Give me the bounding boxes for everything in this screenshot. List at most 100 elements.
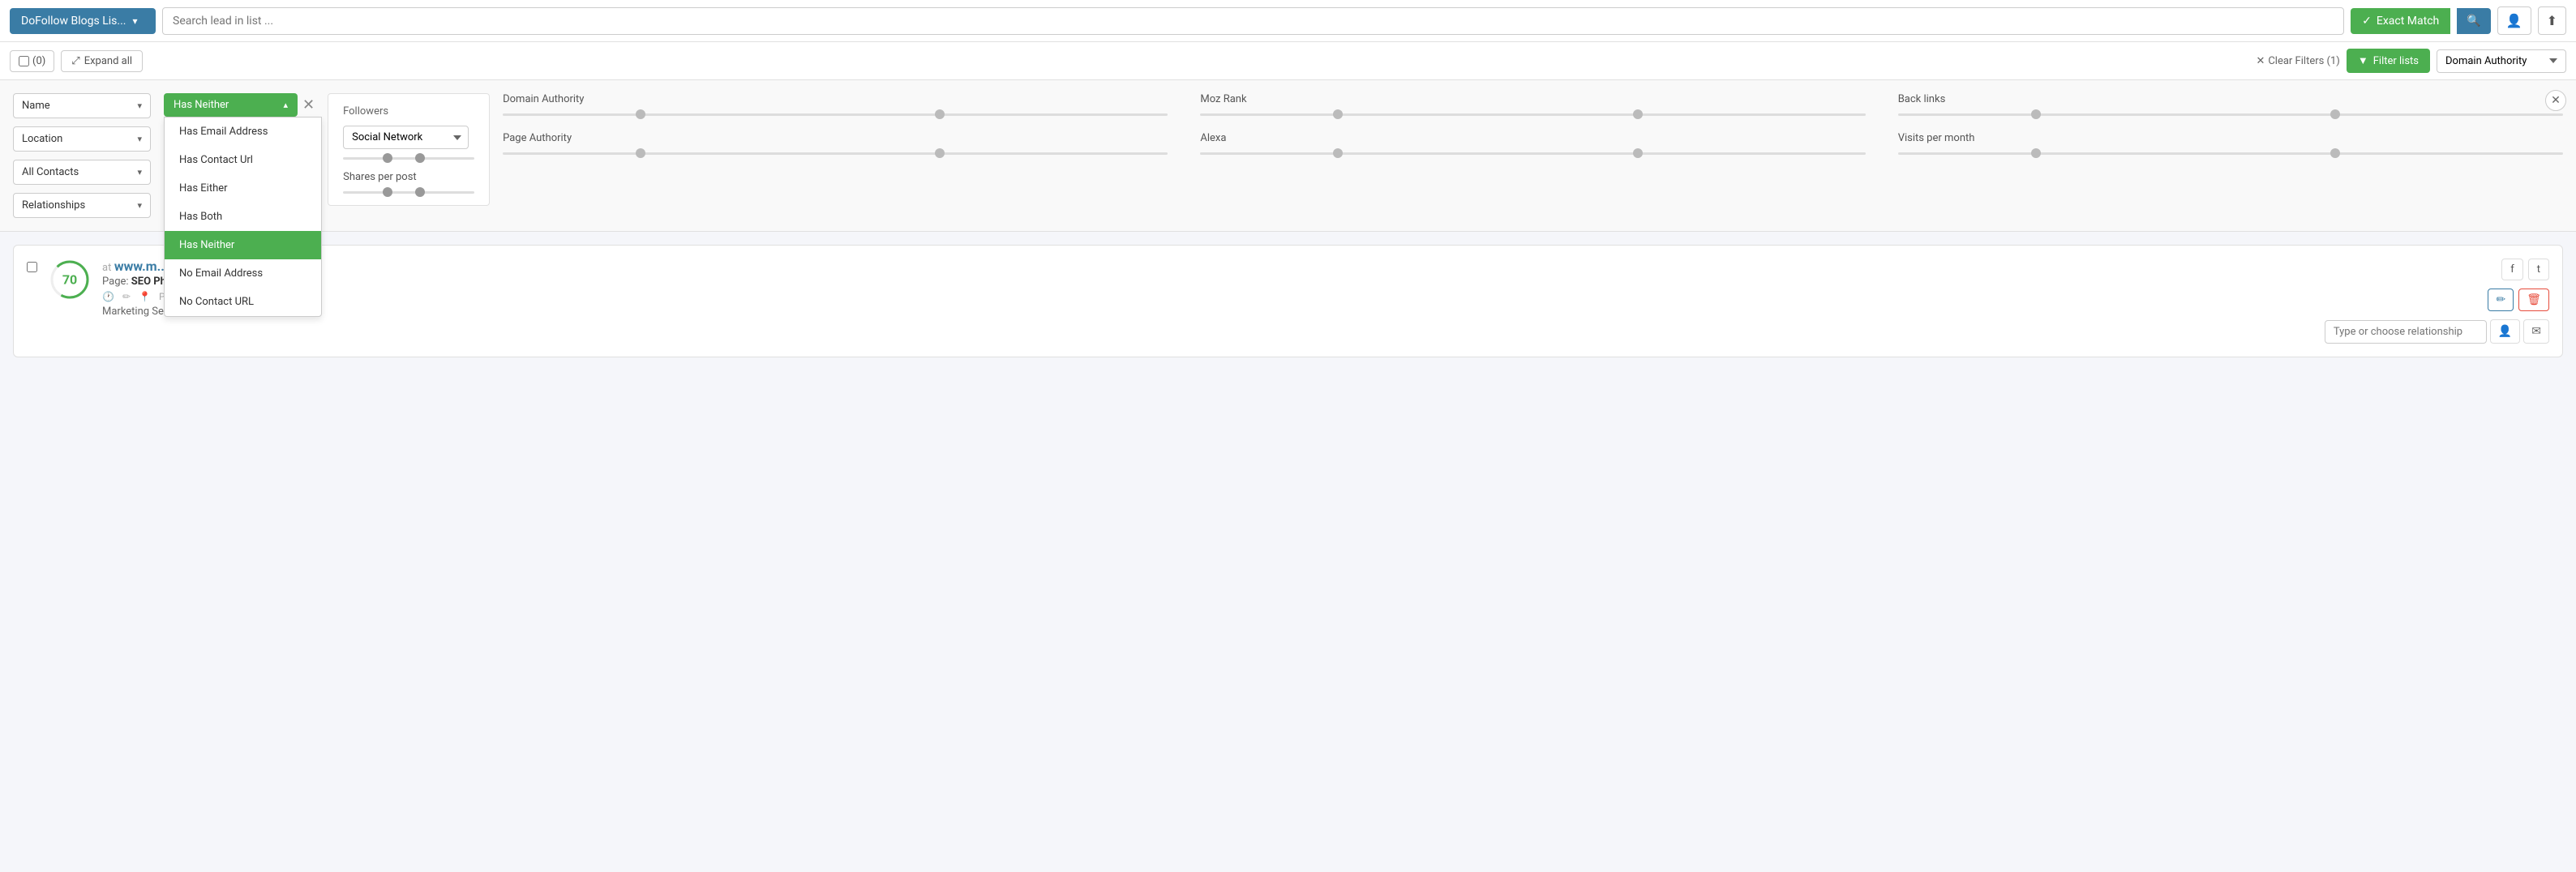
lead-url: at www.m... [102,259,2313,274]
menu-item-has-either[interactable]: Has Either [165,174,321,203]
twitter-button[interactable]: t [2528,259,2549,280]
edit-small-icon: ✏ [122,291,131,302]
domain-authority-metric-label: Domain Authority [503,93,1168,105]
followers-filter-panel: Followers Social Network Facebook Twitte… [328,93,490,206]
followers-range-line [343,157,474,160]
avatar-button[interactable]: 👤 [2497,6,2531,35]
shares-slider-thumb-left[interactable] [383,187,392,197]
followers-slider-thumb-left[interactable] [383,153,392,163]
moz-rank-metric: Moz Rank [1200,93,1865,116]
relationship-input[interactable] [2325,320,2487,344]
alexa-slider[interactable] [1200,152,1865,155]
name-filter-chevron-icon: ▾ [137,100,142,111]
name-filter-dropdown[interactable]: Name ▾ [13,93,151,118]
has-neither-trigger-button[interactable]: Has Neither ▴ [164,93,298,117]
twitter-icon: t [2537,263,2540,276]
back-links-thumb-right[interactable] [2330,109,2340,119]
list-selector-label: DoFollow Blogs Lis... [21,15,126,28]
filter-panel: Name ▾ Location ▾ All Contacts ▾ Relatio… [0,80,2576,232]
person-icon: 👤 [2498,325,2512,338]
shares-per-post-section: Shares per post [343,171,474,194]
moz-rank-slider[interactable] [1200,113,1865,116]
visits-per-month-thumb-left[interactable] [2031,148,2041,158]
followers-slider[interactable] [343,157,474,160]
moz-rank-range-line [1200,113,1865,116]
clear-filters-button[interactable]: ✕ Clear Filters (1) [2256,55,2339,67]
alexa-range-line [1200,152,1865,155]
relationships-filter-dropdown[interactable]: Relationships ▾ [13,193,151,218]
relationship-input-row: 👤 ✉ [2325,319,2549,344]
has-neither-chevron-icon: ▴ [283,100,288,110]
top-bar: DoFollow Blogs Lis... ▾ ✓ Exact Match 🔍 … [0,0,2576,42]
moz-rank-thumb-right[interactable] [1633,109,1643,119]
alexa-thumb-left[interactable] [1333,148,1343,158]
domain-authority-thumb-left[interactable] [636,109,645,119]
domain-authority-select[interactable]: Domain Authority Page Authority Moz Rank [2437,49,2566,73]
moz-rank-metric-label: Moz Rank [1200,93,1865,105]
location-filter-dropdown[interactable]: Location ▾ [13,126,151,152]
lead-select-checkbox[interactable] [27,262,37,272]
menu-item-has-neither[interactable]: Has Neither [165,231,321,259]
has-neither-close-button[interactable]: ✕ [302,96,315,113]
lead-card: 70 at www.m... Page: SEO Phi... 🕐 ✏ 📍 Ph… [13,245,2563,357]
page-authority-slider[interactable] [503,152,1168,155]
relationships-filter-chevron-icon: ▾ [137,200,142,211]
domain-authority-thumb-right[interactable] [935,109,945,119]
search-icon: 🔍 [2467,15,2480,28]
shares-slider-thumb-right[interactable] [415,187,425,197]
email-icon: ✉ [2531,325,2541,338]
lead-tags: Marketing Services [102,306,2313,318]
page-authority-thumb-right[interactable] [935,148,945,158]
second-bar: (0) ⤢ Expand all ✕ Clear Filters (1) ▼ F… [0,42,2576,80]
lead-domain[interactable]: www.m... [114,259,169,274]
menu-item-no-contact-url[interactable]: No Contact URL [165,288,321,316]
expand-all-button[interactable]: ⤢ Expand all [61,50,143,72]
moz-rank-thumb-left[interactable] [1333,109,1343,119]
clock-icon: 🕐 [102,291,114,302]
shares-slider[interactable] [343,191,474,194]
visits-per-month-thumb-right[interactable] [2330,148,2340,158]
filter-panel-close-button[interactable]: ✕ [2545,90,2566,111]
followers-label: Followers [343,105,474,118]
checkbox-input[interactable] [19,56,29,66]
facebook-button[interactable]: f [2501,259,2523,280]
visits-per-month-metric: Visits per month [1898,132,2563,155]
alexa-metric-label: Alexa [1200,132,1865,144]
filter-left-column: Name ▾ Location ▾ All Contacts ▾ Relatio… [13,93,151,218]
upload-button[interactable]: ⬆ [2538,6,2566,35]
filter-funnel-icon: ▼ [2358,54,2368,67]
facebook-icon: f [2510,263,2514,276]
followers-slider-thumb-right[interactable] [415,153,425,163]
alexa-thumb-right[interactable] [1633,148,1643,158]
menu-item-no-email[interactable]: No Email Address [165,259,321,288]
exact-match-button[interactable]: ✓ Exact Match [2351,8,2450,34]
visits-per-month-metric-label: Visits per month [1898,132,2563,144]
visits-per-month-slider[interactable] [1898,152,2563,155]
menu-item-has-both[interactable]: Has Both [165,203,321,231]
social-network-select[interactable]: Social Network Facebook Twitter [343,126,469,149]
filter-close-icon: ✕ [2551,94,2561,107]
name-filter-label: Name [22,100,50,112]
delete-lead-button[interactable]: 🗑 [2518,289,2549,311]
back-links-metric-label: Back links [1898,93,2563,105]
edit-lead-button[interactable]: ✏ [2488,289,2514,311]
score-number: 70 [62,272,77,288]
upload-icon: ⬆ [2547,13,2557,28]
page-authority-range-line [503,152,1168,155]
menu-item-has-contact-url[interactable]: Has Contact Url [165,146,321,174]
select-all-checkbox[interactable]: (0) [10,50,54,72]
menu-item-has-email[interactable]: Has Email Address [165,118,321,146]
search-input[interactable] [162,7,2344,35]
page-authority-thumb-left[interactable] [636,148,645,158]
filter-lists-button[interactable]: ▼ Filter lists [2347,49,2430,73]
has-neither-container: Has Neither ▴ ✕ Has Email Address Has Co… [164,93,315,117]
add-person-button[interactable]: 👤 [2490,319,2520,344]
list-selector-button[interactable]: DoFollow Blogs Lis... ▾ [10,8,156,34]
back-links-slider[interactable] [1898,113,2563,116]
back-links-thumb-left[interactable] [2031,109,2041,119]
contacts-filter-dropdown[interactable]: All Contacts ▾ [13,160,151,185]
search-icon-button[interactable]: 🔍 [2457,8,2490,34]
domain-authority-slider[interactable] [503,113,1168,116]
send-email-button[interactable]: ✉ [2523,319,2549,344]
clear-filters-label: Clear Filters (1) [2268,55,2340,67]
